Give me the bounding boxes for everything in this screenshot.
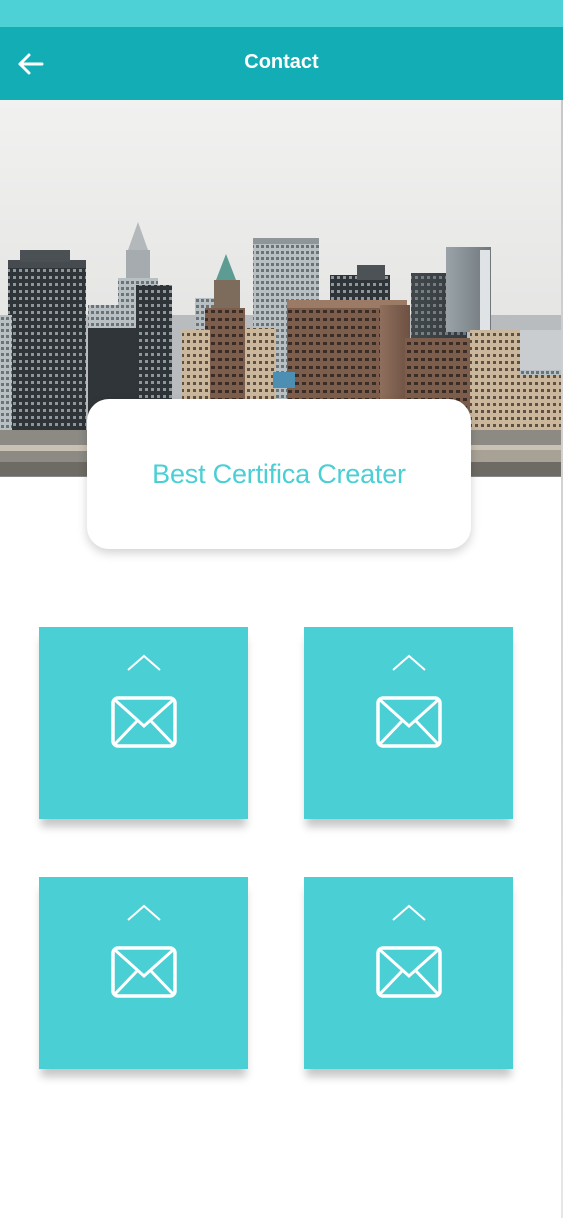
chevron-up-icon (392, 904, 426, 921)
chevron-up-icon (127, 904, 161, 921)
contact-screen: Contact Best Certifica Creater (0, 0, 563, 1218)
mail-icon (111, 946, 177, 998)
status-bar (0, 0, 563, 27)
mail-icon (111, 696, 177, 748)
arrow-left-icon (18, 53, 44, 75)
app-bar: Contact (0, 27, 563, 100)
chevron-up-icon (392, 654, 426, 671)
title-card: Best Certifica Creater (87, 399, 471, 549)
chevron-up-icon (127, 654, 161, 671)
contact-tile-4[interactable] (304, 877, 513, 1069)
contact-tile-3[interactable] (39, 877, 248, 1069)
mail-icon (376, 696, 442, 748)
card-title: Best Certifica Creater (152, 458, 406, 489)
contact-tile-2[interactable] (304, 627, 513, 819)
page-title: Contact (244, 51, 319, 73)
mail-icon (376, 946, 442, 998)
contact-tile-1[interactable] (39, 627, 248, 819)
back-button[interactable] (10, 44, 50, 84)
